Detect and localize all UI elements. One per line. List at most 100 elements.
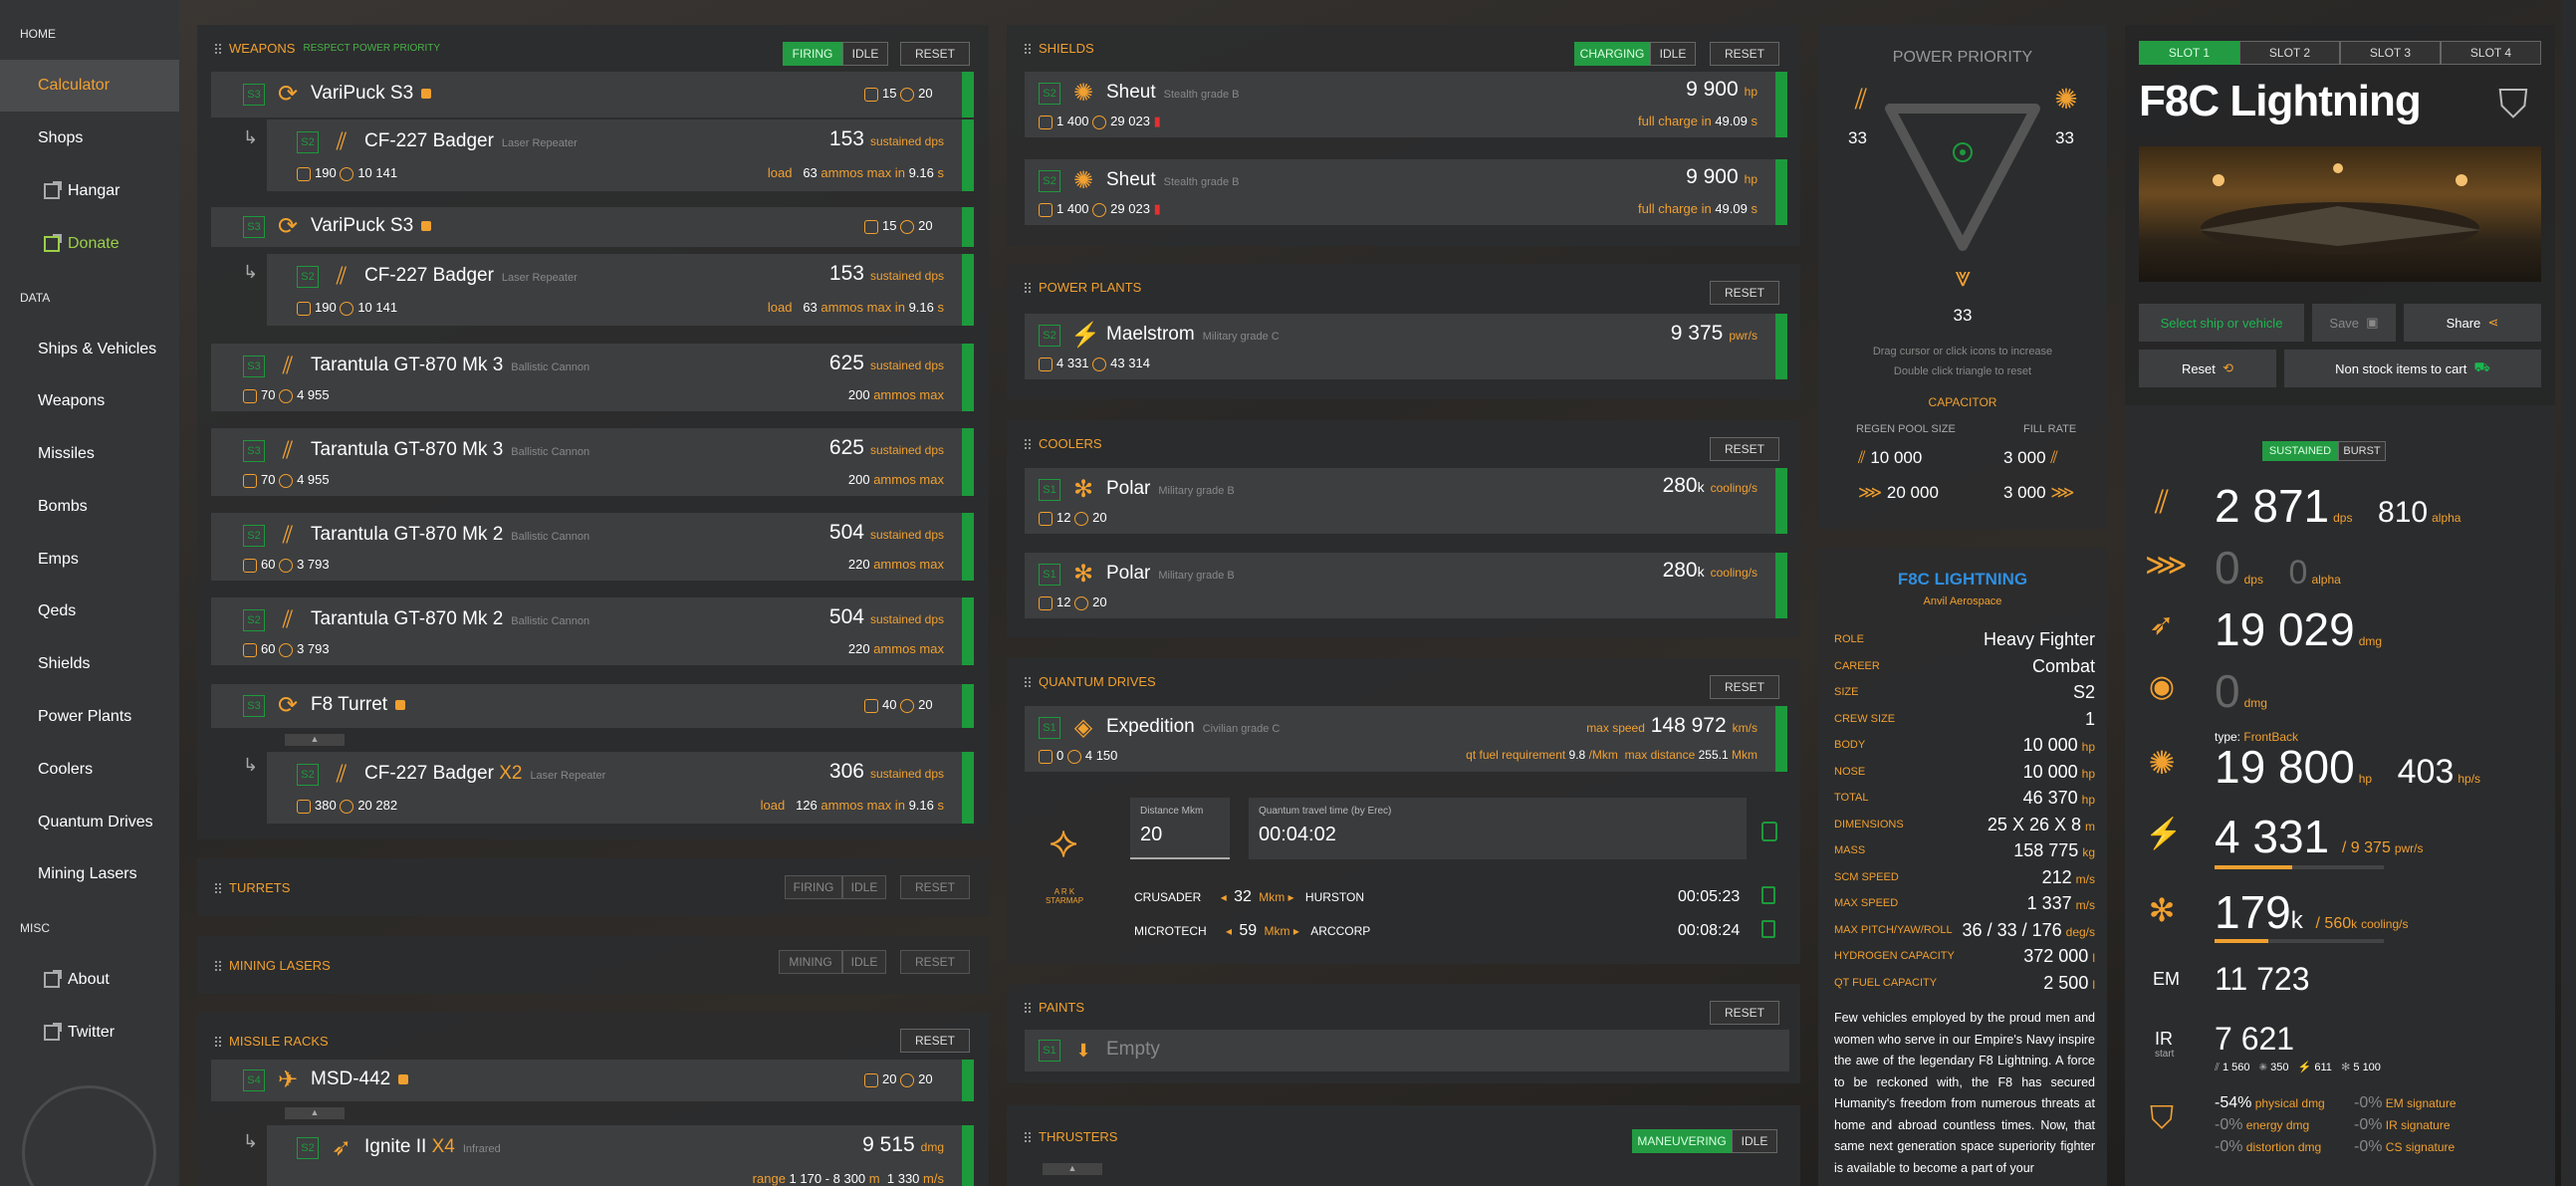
mining-idle-button[interactable]: IDLE	[842, 950, 886, 974]
shields-power-value: 33	[2055, 128, 2074, 147]
weapon-row[interactable]: S2 ⫽ Tarantula GT-870 Mk 2 Ballistic Cann…	[211, 513, 974, 581]
sidebar-item-power-plants[interactable]: Power Plants	[0, 691, 179, 743]
sidebar-item-weapons[interactable]: Weapons	[0, 375, 179, 427]
drag-handle-icon[interactable]	[215, 43, 221, 54]
ark-starmap-logo[interactable]: ⟡	[1039, 818, 1088, 887]
drag-handle-icon[interactable]	[1025, 438, 1031, 449]
shield-row[interactable]: S2 ✺ Sheut Stealth grade B 9 900 hp 1 400 …	[1025, 159, 1787, 225]
sidebar-item-about[interactable]: About	[0, 954, 179, 1006]
turrets-reset-button[interactable]: RESET	[900, 875, 970, 899]
shields-power-icon[interactable]: ✺	[2053, 86, 2079, 114]
weapon-row[interactable]: S2 ⫽ CF-227 Badger X2 Laser Repeater 306 s…	[267, 752, 974, 824]
power-plant-row[interactable]: S2 ⚡ Maelstrom Military grade C 9 375 pwr/…	[1025, 314, 1787, 379]
sustained-toggle[interactable]: SUSTAINED	[2262, 441, 2338, 461]
weapon-mount-row[interactable]: S3 ⟳ VariPuck S3 15 20	[211, 207, 974, 247]
sidebar-item-ships[interactable]: Ships & Vehicles	[0, 324, 179, 375]
mining-button[interactable]: MINING	[779, 950, 842, 974]
drag-handle-icon[interactable]	[1025, 43, 1031, 54]
save-button[interactable]: Save ▣	[2312, 304, 2396, 342]
thruster-icon: ⋙	[2050, 483, 2075, 502]
paints-reset-button[interactable]: RESET	[1710, 1001, 1779, 1025]
distance-field[interactable]: Distance Mkm 20	[1130, 798, 1230, 859]
tab-slot-2[interactable]: SLOT 2	[2239, 41, 2340, 65]
thrusters-idle-button[interactable]: IDLE	[1732, 1129, 1777, 1153]
travel-time-value: 00:04:02	[1259, 824, 1336, 845]
sidebar-item-bombs[interactable]: Bombs	[0, 481, 179, 533]
sidebar-item-calculator[interactable]: Calculator	[0, 60, 179, 112]
thrusters-maneuvering-button[interactable]: MANEUVERING	[1632, 1129, 1732, 1153]
weapons-idle-button[interactable]: IDLE	[842, 42, 888, 66]
shields-idle-button[interactable]: IDLE	[1650, 42, 1696, 66]
mining-reset-button[interactable]: RESET	[900, 950, 970, 974]
drag-handle-icon[interactable]	[1025, 282, 1031, 293]
cooler-row[interactable]: S1 ✻ Polar Military grade B 280k cooling/s…	[1025, 553, 1787, 618]
collapse-up-icon[interactable]: ▲	[285, 1107, 345, 1119]
sidebar-item-hangar[interactable]: Hangar	[0, 165, 179, 217]
weapon-row[interactable]: S2 ⫽ CF-227 Badger Laser Repeater 153 sust…	[267, 254, 974, 326]
shields-reset-button[interactable]: RESET	[1710, 42, 1779, 66]
item-name: Sheut Stealth grade B	[1106, 82, 1240, 103]
cooling-icon	[1092, 115, 1107, 129]
cooling-icon	[1074, 595, 1089, 610]
non-stock-cart-button[interactable]: Non stock items to cart ⛟	[2284, 350, 2541, 387]
sidebar-item-shields[interactable]: Shields	[0, 638, 179, 690]
turrets-firing-button[interactable]: FIRING	[785, 875, 842, 899]
quantum-reset-button[interactable]: RESET	[1710, 675, 1779, 699]
engines-power-icon[interactable]: ⩔	[1950, 263, 1976, 291]
missile-row[interactable]: S2 ➶ Ignite II X4 Infrared 9 515 dmg range…	[267, 1125, 974, 1186]
sidebar-item-donate[interactable]: Donate	[0, 218, 179, 270]
child-arrow-icon: ↳	[243, 755, 259, 775]
power-triangle[interactable]	[1880, 97, 2045, 266]
tab-slot-4[interactable]: SLOT 4	[2441, 41, 2541, 65]
tab-slot-1[interactable]: SLOT 1	[2139, 41, 2239, 65]
sidebar-item-mining-lasers[interactable]: Mining Lasers	[0, 848, 179, 900]
weapon-mount-row[interactable]: S3 ⟳ F8 Turret 40 20	[211, 684, 974, 728]
sidebar-item-twitter[interactable]: Twitter	[0, 1007, 179, 1059]
slot-size-badge: S3	[243, 695, 265, 717]
paint-row[interactable]: S1 ⬇ Empty	[1025, 1030, 1789, 1071]
weapon-row[interactable]: S3 ⫽ Tarantula GT-870 Mk 3 Ballistic Cann…	[211, 428, 974, 496]
quantum-drive-row[interactable]: S1 ◈ Expedition Civilian grade C max spee…	[1025, 706, 1787, 772]
drag-handle-icon[interactable]	[215, 1036, 221, 1047]
sidebar-item-coolers[interactable]: Coolers	[0, 744, 179, 796]
shield-gear-icon: ✺	[1072, 167, 1094, 194]
collapse-up-icon[interactable]: ▲	[1043, 1163, 1102, 1175]
item-name: F8 Turret	[311, 694, 406, 716]
weapons-firing-button[interactable]: FIRING	[783, 42, 842, 66]
mining-lasers-header: MINING LASERS	[215, 958, 331, 973]
weapon-mount-row[interactable]: S3 ⟳ VariPuck S3 15 20	[211, 72, 974, 118]
sidebar-item-emps[interactable]: Emps	[0, 534, 179, 586]
shield-row[interactable]: S2 ✺ Sheut Stealth grade B 9 900 hp 1 400 …	[1025, 72, 1787, 137]
sidebar-item-qeds[interactable]: Qeds	[0, 586, 179, 637]
shields-charging-button[interactable]: CHARGING	[1574, 42, 1650, 66]
burst-toggle[interactable]: BURST	[2338, 441, 2386, 461]
cooling-icon	[900, 698, 915, 713]
share-button[interactable]: Share ⋖	[2404, 304, 2541, 342]
reset-button[interactable]: Reset ⟲	[2139, 350, 2276, 387]
item-power-stats: 70 4 955	[243, 387, 330, 403]
coolers-reset-button[interactable]: RESET	[1710, 437, 1779, 461]
missile-rack-row[interactable]: S4 ✈ MSD-442 20 20	[211, 1060, 974, 1101]
cooler-row[interactable]: S1 ✻ Polar Military grade B 280k cooling/s…	[1025, 468, 1787, 534]
missile-racks-reset-button[interactable]: RESET	[900, 1029, 970, 1053]
drag-handle-icon[interactable]	[1025, 1131, 1031, 1142]
sidebar-item-shops[interactable]: Shops	[0, 113, 179, 164]
sidebar-item-quantum-drives[interactable]: Quantum Drives	[0, 797, 179, 848]
weapons-reset-button[interactable]: RESET	[900, 42, 970, 66]
weapon-row[interactable]: S3 ⫽ Tarantula GT-870 Mk 3 Ballistic Cann…	[211, 344, 974, 411]
select-ship-button[interactable]: Select ship or vehicle	[2139, 304, 2304, 342]
sidebar-item-missiles[interactable]: Missiles	[0, 428, 179, 480]
drag-handle-icon[interactable]	[1025, 1002, 1031, 1013]
weapon-row[interactable]: S2 ⫽ Tarantula GT-870 Mk 2 Ballistic Cann…	[211, 597, 974, 665]
tab-slot-3[interactable]: SLOT 3	[2340, 41, 2441, 65]
drag-handle-icon[interactable]	[1025, 676, 1031, 687]
weapons-power-icon[interactable]: ⫽	[1848, 86, 1874, 114]
drag-handle-icon[interactable]	[215, 960, 221, 971]
drag-handle-icon[interactable]	[215, 882, 221, 893]
turrets-idle-button[interactable]: IDLE	[842, 875, 886, 899]
weapon-row[interactable]: S2 ⫽ CF-227 Badger Laser Repeater 153 sust…	[267, 119, 974, 191]
page-scrollbar[interactable]	[2561, 0, 2576, 1186]
power-plants-reset-button[interactable]: RESET	[1710, 281, 1779, 305]
collapse-up-icon[interactable]: ▲	[285, 734, 345, 746]
lock-icon	[398, 1073, 409, 1084]
